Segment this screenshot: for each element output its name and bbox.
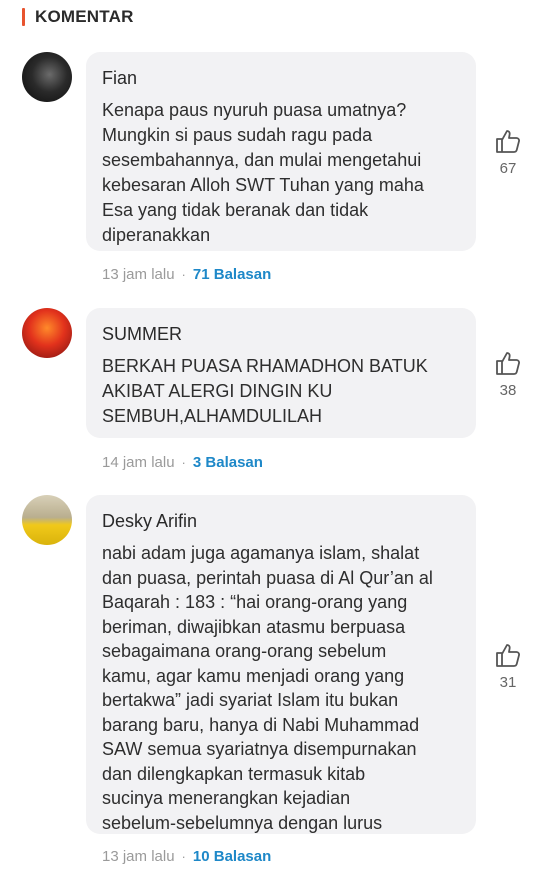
comment-meta: 13 jam lalu · 71 Balasan [102, 266, 271, 283]
comment-bubble: Fian Kenapa paus nyuruh puasa umatnya? M… [86, 52, 476, 251]
separator: · [181, 267, 186, 282]
avatar[interactable] [22, 52, 72, 102]
replies-link[interactable]: 3 Balasan [193, 454, 263, 471]
like-button[interactable]: 38 [492, 350, 524, 399]
timestamp: 13 jam lalu [102, 266, 175, 283]
comment-author[interactable]: SUMMER [102, 322, 460, 346]
replies-link[interactable]: 71 Balasan [193, 266, 271, 283]
comment-meta: 13 jam lalu · 10 Balasan [102, 848, 271, 865]
like-count: 38 [499, 382, 517, 399]
comment-bubble: SUMMER BERKAH PUASA RHAMADHON BATUK AKIB… [86, 308, 476, 438]
timestamp: 13 jam lalu [102, 848, 175, 865]
comment-author[interactable]: Fian [102, 66, 460, 90]
like-count: 31 [499, 674, 517, 691]
accent-bar [22, 8, 25, 26]
like-button[interactable]: 67 [492, 128, 524, 177]
timestamp: 14 jam lalu [102, 454, 175, 471]
separator: · [181, 455, 186, 470]
comments-header: KOMENTAR [22, 6, 134, 28]
comment-author[interactable]: Desky Arifin [102, 509, 460, 533]
comment-meta: 14 jam lalu · 3 Balasan [102, 454, 263, 471]
avatar[interactable] [22, 308, 72, 358]
thumbs-up-icon [496, 644, 520, 667]
replies-link[interactable]: 10 Balasan [193, 848, 271, 865]
section-title: KOMENTAR [35, 7, 134, 26]
like-button[interactable]: 31 [492, 642, 524, 691]
like-count: 67 [499, 160, 517, 177]
comment-text: Kenapa paus nyuruh puasa umatnya? Mungki… [102, 100, 424, 245]
thumbs-up-icon [496, 130, 520, 153]
comment-text: BERKAH PUASA RHAMADHON BATUK AKIBAT ALER… [102, 356, 428, 426]
avatar[interactable] [22, 495, 72, 545]
comment-bubble: Desky Arifin nabi adam juga agamanya isl… [86, 495, 476, 834]
thumbs-up-icon [496, 352, 520, 375]
comment-text: nabi adam juga agamanya islam, shalat da… [102, 543, 433, 833]
separator: · [181, 849, 186, 864]
